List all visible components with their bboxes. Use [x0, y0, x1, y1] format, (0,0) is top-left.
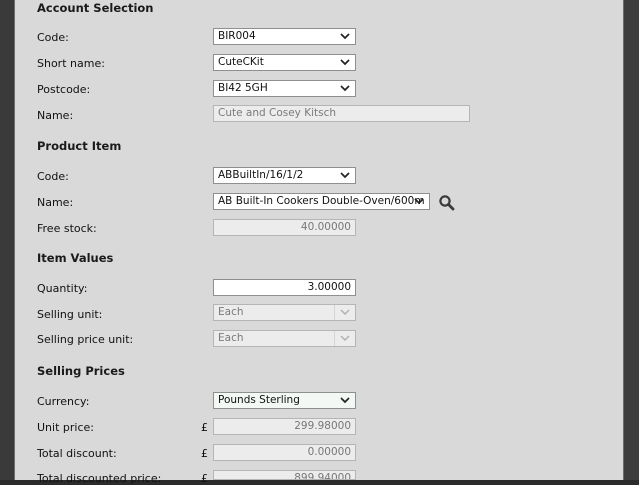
free-stock-label: Free stock:: [37, 222, 97, 235]
chevron-down-icon: [340, 397, 350, 404]
product-name-label: Name:: [37, 196, 74, 209]
unit-price-currency-symbol: £: [201, 421, 208, 434]
total-discounted-price-currency-symbol: £: [201, 472, 208, 485]
currency-select[interactable]: Pounds Sterling: [213, 392, 356, 409]
product-code-select[interactable]: ABBuiltIn/16/1/2: [213, 167, 356, 184]
product-name-value: AB Built-In Cookers Double-Oven/600mm: [218, 195, 425, 207]
short-name-select[interactable]: CuteCKit: [213, 54, 356, 71]
product-code-label: Code:: [37, 170, 69, 183]
product-item-heading: Product Item: [37, 139, 122, 153]
selling-price-unit-select: Each: [213, 330, 356, 347]
free-stock-field: 40.00000: [213, 219, 356, 236]
item-values-heading: Item Values: [37, 251, 114, 265]
chevron-down-icon: [340, 172, 350, 179]
account-name-label: Name:: [37, 109, 74, 122]
window-frame-right: [624, 0, 639, 480]
short-name-label: Short name:: [37, 57, 105, 70]
postcode-select[interactable]: BI42 5GH: [213, 80, 356, 97]
selling-unit-label: Selling unit:: [37, 308, 103, 321]
total-discounted-price-label: Total discounted price:: [37, 472, 162, 485]
short-name-value: CuteCKit: [218, 56, 264, 68]
product-name-select[interactable]: AB Built-In Cookers Double-Oven/600mm: [213, 193, 430, 210]
selling-price-unit-value: Each: [218, 332, 244, 344]
total-discount-label: Total discount:: [37, 447, 117, 460]
unit-price-label: Unit price:: [37, 421, 94, 434]
chevron-down-icon: [340, 59, 350, 66]
account-code-label: Code:: [37, 31, 69, 44]
window-frame-left: [0, 0, 14, 480]
quantity-label: Quantity:: [37, 282, 88, 295]
currency-label: Currency:: [37, 395, 90, 408]
chevron-down-icon: [414, 198, 424, 205]
account-code-value: BIR004: [218, 30, 256, 42]
currency-value: Pounds Sterling: [218, 394, 300, 406]
chevron-down-icon: [334, 331, 355, 346]
product-code-value: ABBuiltIn/16/1/2: [218, 169, 304, 181]
account-selection-heading: Account Selection: [37, 1, 154, 15]
chevron-down-icon: [340, 85, 350, 92]
total-discount-field: 0.00000: [213, 444, 356, 461]
chevron-down-icon: [340, 33, 350, 40]
search-icon[interactable]: [438, 194, 456, 212]
selling-price-unit-label: Selling price unit:: [37, 333, 134, 346]
sales-order-line-panel: Account Selection Code: BIR004 Short nam…: [14, 0, 624, 485]
total-discounted-price-field: 899.94000: [213, 470, 356, 480]
account-code-select[interactable]: BIR004: [213, 28, 356, 45]
unit-price-field: 299.98000: [213, 418, 356, 435]
selling-unit-value: Each: [218, 306, 244, 318]
selling-prices-heading: Selling Prices: [37, 364, 125, 378]
postcode-value: BI42 5GH: [218, 82, 268, 94]
selling-unit-select: Each: [213, 304, 356, 321]
account-name-field: Cute and Cosey Kitsch: [213, 105, 470, 122]
chevron-down-icon: [334, 305, 355, 320]
total-discount-currency-symbol: £: [201, 447, 208, 460]
quantity-input[interactable]: 3.00000: [213, 279, 356, 296]
postcode-label: Postcode:: [37, 83, 91, 96]
